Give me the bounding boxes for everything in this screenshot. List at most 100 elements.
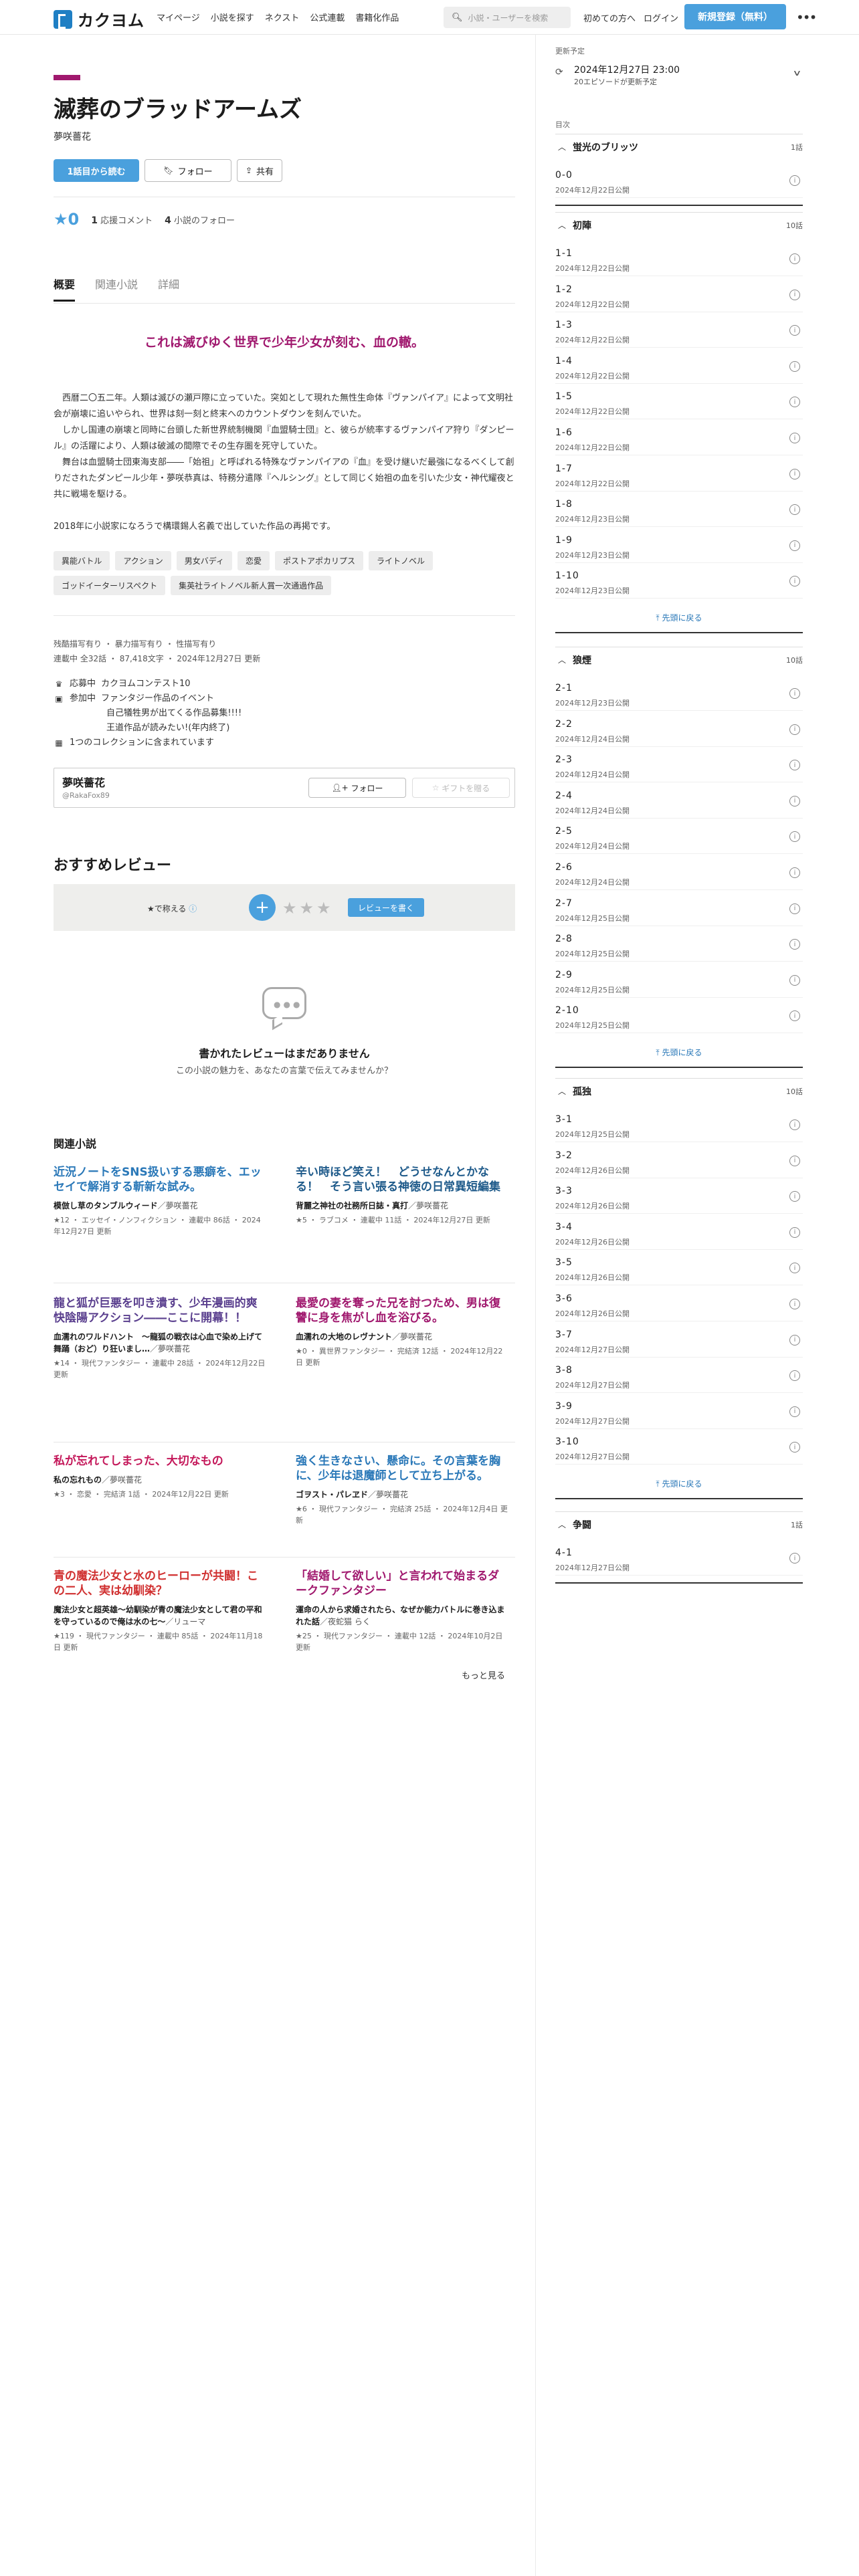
tag[interactable]: ライトノベル bbox=[368, 551, 433, 570]
episode-item[interactable]: 3-3 2024年12月26日公開 i bbox=[555, 1182, 803, 1214]
info-icon[interactable]: i bbox=[789, 1442, 800, 1453]
follow-author-button[interactable]: 👤︎+ フォロー bbox=[308, 778, 406, 798]
info-icon[interactable]: i bbox=[789, 903, 800, 914]
episode-item[interactable]: 3-10 2024年12月27日公開 i bbox=[555, 1432, 803, 1465]
back-to-top-link[interactable]: ⤒ 先頭に戻る bbox=[555, 612, 803, 623]
info-icon[interactable]: i bbox=[789, 1299, 800, 1309]
back-to-top-link[interactable]: ⤒ 先頭に戻る bbox=[555, 1047, 803, 1058]
info-icon[interactable]: i bbox=[789, 175, 800, 186]
episode-item[interactable]: 1-10 2024年12月23日公開 i bbox=[555, 566, 803, 599]
info-icon[interactable]: i bbox=[789, 867, 800, 878]
work-author[interactable]: 夢咲薔花 bbox=[54, 130, 91, 143]
register-button[interactable]: 新規登録（無料） bbox=[684, 4, 786, 29]
info-icon[interactable]: i bbox=[789, 540, 800, 551]
star-selector[interactable]: ★★★ bbox=[282, 899, 334, 918]
related-card[interactable]: 強く生きなさい、懸命に。その言葉を胸に、少年は退魔師として立ち上がる。 ゴヲスト… bbox=[296, 1454, 510, 1526]
more-related-link[interactable]: もっと見る bbox=[462, 1669, 505, 1681]
tag[interactable]: アクション bbox=[115, 551, 171, 570]
site-logo[interactable]: カクヨム bbox=[54, 7, 145, 31]
related-card[interactable]: 最愛の妻を奪った兄を討つため、男は復讐に身を焦がし血を浴びる。 血濡れの大地のレ… bbox=[296, 1296, 510, 1368]
info-icon[interactable]: i bbox=[789, 504, 800, 516]
episode-item[interactable]: 3-1 2024年12月25日公開 i bbox=[555, 1110, 803, 1142]
episode-item[interactable]: 4-1 2024年12月27日公開 i bbox=[555, 1543, 803, 1576]
tag[interactable]: ゴッドイーターリスペクト bbox=[54, 576, 166, 595]
tab-overview[interactable]: 概要 bbox=[54, 276, 76, 302]
info-icon[interactable]: i bbox=[789, 325, 800, 336]
related-card[interactable]: 辛い時ほど笑え！ どうせなんとかなる！ そう言い張る神徳の日常異短編集 背麗之神… bbox=[296, 1165, 510, 1226]
tag[interactable]: 異能バトル bbox=[54, 551, 110, 570]
episode-item[interactable]: 2-4 2024年12月24日公開 i bbox=[555, 786, 803, 819]
tab-related[interactable]: 関連小説 bbox=[95, 276, 138, 302]
info-icon[interactable]: i bbox=[789, 1263, 800, 1274]
add-star-button[interactable]: + bbox=[249, 894, 276, 921]
chapter-header[interactable]: ︿ 初陣 10話 bbox=[555, 212, 803, 237]
help-icon[interactable]: ⓘ bbox=[189, 904, 197, 914]
event-link[interactable]: 王道作品が読みたい!(年内終了) bbox=[106, 721, 229, 736]
episode-item[interactable]: 1-8 2024年12月23日公開 i bbox=[555, 495, 803, 528]
info-icon[interactable]: i bbox=[789, 1191, 800, 1202]
info-icon[interactable]: i bbox=[789, 1155, 800, 1166]
episode-item[interactable]: 2-7 2024年12月25日公開 i bbox=[555, 894, 803, 926]
tag[interactable]: ポストアポカリプス bbox=[274, 551, 363, 570]
update-schedule[interactable]: ⟳ 2024年12月27日 23:00 20エピソードが更新予定 ∨ bbox=[555, 63, 803, 90]
gift-button[interactable]: ☆ ギフトを贈る bbox=[412, 778, 510, 798]
episode-item[interactable]: 3-8 2024年12月27日公開 i bbox=[555, 1361, 803, 1394]
episode-item[interactable]: 3-6 2024年12月26日公開 i bbox=[555, 1289, 803, 1321]
contest-link[interactable]: カクヨムコンテスト10 bbox=[101, 677, 191, 691]
read-first-button[interactable]: 1話目から読む bbox=[54, 159, 139, 182]
back-to-top-link[interactable]: ⤒ 先頭に戻る bbox=[555, 1478, 803, 1489]
tab-detail[interactable]: 詳細 bbox=[158, 276, 179, 302]
collections-link[interactable]: 1つのコレクションに含まれています bbox=[70, 736, 214, 750]
info-icon[interactable]: i bbox=[789, 724, 800, 735]
related-card[interactable]: 「結婚して欲しい」と言われて始まるダークファンタジー 運命の人から求婚されたら、… bbox=[296, 1569, 510, 1653]
comment-stat[interactable]: 1 応援コメント bbox=[91, 213, 153, 226]
nav-item-mypage[interactable]: マイページ bbox=[157, 11, 200, 23]
episode-item[interactable]: 1-1 2024年12月22日公開 i bbox=[555, 244, 803, 276]
info-icon[interactable]: i bbox=[789, 1406, 800, 1417]
info-icon[interactable]: i bbox=[789, 397, 800, 408]
tag[interactable]: 恋愛 bbox=[237, 551, 270, 570]
info-icon[interactable]: i bbox=[789, 974, 800, 986]
related-card[interactable]: 私が忘れてしまった、大切なもの 私の忘れもの／夢咲薔花 ★3 ・ 恋愛 ・ 完結… bbox=[54, 1454, 268, 1500]
first-time-link[interactable]: 初めての方へ bbox=[583, 11, 636, 24]
episode-item[interactable]: 3-7 2024年12月27日公開 i bbox=[555, 1325, 803, 1358]
info-icon[interactable]: i bbox=[789, 576, 800, 587]
info-icon[interactable]: i bbox=[789, 688, 800, 699]
share-button[interactable]: ⇪ 共有 bbox=[237, 159, 282, 182]
login-link[interactable]: ログイン bbox=[644, 11, 678, 24]
info-icon[interactable]: i bbox=[789, 1553, 800, 1564]
info-icon[interactable]: i bbox=[789, 831, 800, 843]
episode-item[interactable]: 3-9 2024年12月27日公開 i bbox=[555, 1397, 803, 1429]
info-icon[interactable]: i bbox=[789, 760, 800, 771]
episode-item[interactable]: 1-9 2024年12月23日公開 i bbox=[555, 531, 803, 563]
episode-item[interactable]: 2-1 2024年12月23日公開 i bbox=[555, 679, 803, 711]
related-card[interactable]: 青の魔法少女と水のヒーローが共闘！この二人、実は幼馴染？ 魔法少女と超英雄〜幼馴… bbox=[54, 1569, 268, 1653]
nav-item-next[interactable]: ネクスト bbox=[265, 11, 300, 23]
info-icon[interactable]: i bbox=[789, 1119, 800, 1130]
tag[interactable]: 集英社ライトノベル新人賞一次通過作品 bbox=[171, 576, 332, 595]
info-icon[interactable]: i bbox=[789, 1226, 800, 1238]
episode-item[interactable]: 1-7 2024年12月22日公開 i bbox=[555, 459, 803, 492]
episode-item[interactable]: 2-10 2024年12月25日公開 i bbox=[555, 1001, 803, 1034]
episode-item[interactable]: 1-6 2024年12月22日公開 i bbox=[555, 423, 803, 455]
episode-item[interactable]: 0-0 2024年12月22日公開 i bbox=[555, 166, 803, 198]
episode-item[interactable]: 3-4 2024年12月26日公開 i bbox=[555, 1218, 803, 1250]
episode-item[interactable]: 2-8 2024年12月25日公開 i bbox=[555, 930, 803, 962]
search-input[interactable]: 🔍︎ 小説・ユーザーを検索 bbox=[444, 7, 571, 28]
write-review-button[interactable]: レビューを書く bbox=[348, 898, 424, 917]
follow-button[interactable]: 🔖︎ フォロー bbox=[145, 159, 231, 182]
nav-item-search-novels[interactable]: 小説を探す bbox=[211, 11, 254, 23]
info-icon[interactable]: i bbox=[789, 433, 800, 443]
related-card[interactable]: 龍と狐が巨悪を叩き潰す、少年漫画的爽快陰陽アクション――ここに開幕！！ 血濡れの… bbox=[54, 1296, 268, 1380]
tag[interactable]: 男女バディ bbox=[176, 551, 232, 570]
more-menu-icon[interactable]: ••• bbox=[796, 9, 817, 25]
episode-item[interactable]: 2-2 2024年12月24日公開 i bbox=[555, 715, 803, 747]
episode-item[interactable]: 3-2 2024年12月26日公開 i bbox=[555, 1146, 803, 1178]
info-icon[interactable]: i bbox=[789, 253, 800, 264]
info-icon[interactable]: i bbox=[789, 360, 800, 372]
info-icon[interactable]: i bbox=[789, 1370, 800, 1382]
episode-item[interactable]: 1-4 2024年12月22日公開 i bbox=[555, 352, 803, 384]
star-rating[interactable]: ★0 bbox=[54, 210, 79, 229]
episode-item[interactable]: 1-5 2024年12月22日公開 i bbox=[555, 387, 803, 420]
event-link[interactable]: ファンタジー作品のイベント bbox=[101, 691, 214, 706]
